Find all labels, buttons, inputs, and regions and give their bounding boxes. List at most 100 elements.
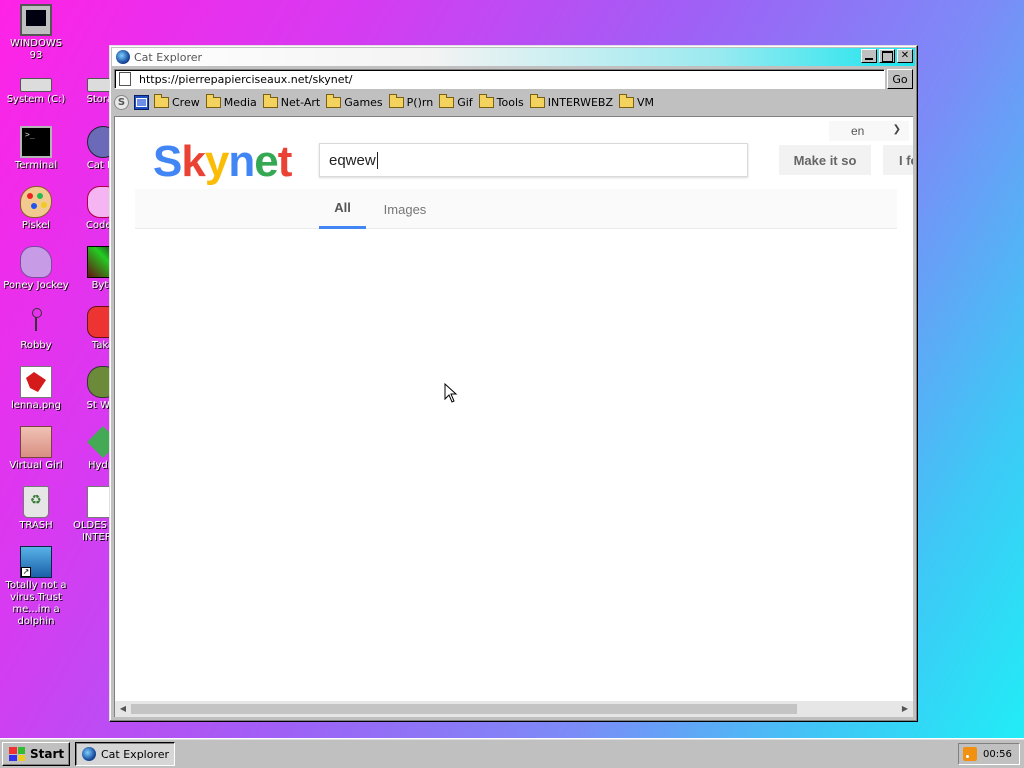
drive-icon	[20, 78, 52, 92]
rss-icon[interactable]	[963, 747, 977, 761]
desktop-icon-dolphin[interactable]: ↗ Totally not a virus.Trust me...im a do…	[3, 546, 69, 628]
window-title: Cat Explorer	[134, 50, 203, 64]
recycle-bin-icon	[23, 486, 49, 518]
taskbar-item-label: Cat Explorer	[101, 747, 170, 761]
maximize-button[interactable]	[879, 49, 895, 63]
shortcut-arrow-icon: ↗	[21, 567, 31, 577]
url-field[interactable]: https://pierrepapierciseaux.net/skynet/	[114, 69, 885, 89]
scrollbar-thumb[interactable]	[131, 704, 797, 714]
skynet-logo[interactable]: Skynet	[153, 137, 293, 187]
stick-figure-icon	[20, 306, 52, 338]
desktop-icon-virtual-girl[interactable]: Virtual Girl	[3, 426, 69, 472]
horizontal-scrollbar[interactable]: ◀ ▶	[115, 701, 913, 717]
clock: 00:56	[983, 748, 1012, 760]
bookmark-gif[interactable]: Gif	[439, 93, 473, 109]
text-caret	[376, 151, 378, 169]
bookmark-label: Tools	[496, 95, 524, 109]
bookmark-label: Gif	[457, 95, 473, 109]
scroll-right-icon[interactable]: ▶	[897, 701, 913, 717]
desktop-icon-poney-jockey[interactable]: Poney Jockey	[3, 246, 69, 292]
tab-images[interactable]: Images	[379, 189, 431, 229]
desktop-icon-piskel[interactable]: Piskel	[3, 186, 69, 232]
desktop-icon-system-c[interactable]: System (C:)	[3, 68, 69, 106]
address-bar: https://pierrepapierciseaux.net/skynet/ …	[114, 69, 913, 89]
logo-letter: S	[153, 137, 182, 186]
page-viewport: en ❯ Skynet eqwew Make it so I fe All Im…	[114, 116, 913, 717]
start-label: Start	[30, 747, 65, 761]
bookmark-label: Net-Art	[280, 95, 321, 109]
mouse-cursor-icon	[444, 383, 458, 403]
tab-all[interactable]: All	[319, 189, 366, 229]
folder-icon	[478, 93, 494, 108]
folder-icon	[388, 93, 404, 108]
desktop-icon-label: System (C:)	[6, 94, 66, 105]
system-tray: 00:56	[958, 743, 1020, 765]
search-tabs: All Images	[135, 189, 897, 229]
start-logo-icon	[9, 747, 25, 761]
folder-icon	[619, 93, 635, 108]
folder-icon	[262, 93, 278, 108]
pony-icon	[20, 246, 52, 278]
bookmark-label: Media	[223, 95, 257, 109]
desktop-icon-label: Virtual Girl	[9, 460, 63, 471]
search-input[interactable]: eqwew	[319, 143, 748, 177]
bookmark-net-art[interactable]: Net-Art	[262, 93, 321, 109]
desktop-icon-robby[interactable]: Robby	[3, 306, 69, 352]
desktop-icon-label: lenna.png	[11, 400, 61, 411]
minimize-button[interactable]	[861, 49, 877, 63]
logo-letter: k	[181, 137, 206, 186]
desktop-icon-label: WINDOWS 93	[9, 38, 63, 61]
bookmarks-bar: S Crew Media Net-Art Games P()rn Gif Too…	[114, 93, 913, 111]
window-titlebar[interactable]: Cat Explorer ✕	[112, 48, 915, 66]
make-it-so-button[interactable]: Make it so	[779, 145, 871, 175]
desktop-window-icon[interactable]	[134, 94, 149, 110]
desktop-icon-label: Poney Jockey	[3, 280, 69, 291]
dolphin-icon: ↗	[20, 546, 52, 578]
desktop-icon-windows93[interactable]: WINDOWS 93	[3, 4, 69, 62]
folder-icon	[529, 93, 545, 108]
palette-icon	[20, 186, 52, 218]
logo-letter: e	[254, 137, 279, 186]
folder-icon	[439, 93, 455, 108]
bookmark-label: INTERWEBZ	[547, 95, 614, 109]
start-button[interactable]: Start	[2, 742, 70, 766]
url-text: https://pierrepapierciseaux.net/skynet/	[139, 72, 353, 86]
close-button[interactable]: ✕	[897, 49, 913, 63]
girl-icon	[20, 426, 52, 458]
desktop-icon-label: Piskel	[21, 220, 51, 231]
desktop-icon-lenna[interactable]: lenna.png	[3, 366, 69, 412]
bookmark-crew[interactable]: Crew	[154, 93, 200, 109]
scroll-left-icon[interactable]: ◀	[115, 701, 131, 717]
page-icon	[119, 72, 131, 86]
bookmark-label: VM	[637, 95, 655, 109]
chevron-down-icon: ❯	[892, 124, 901, 135]
desktop-icon-label: Totally not a virus.Trust me...im a dolp…	[5, 580, 67, 627]
language-select[interactable]: en ❯	[829, 121, 909, 141]
go-button[interactable]: Go	[887, 69, 913, 89]
bookmark-label: Games	[344, 95, 383, 109]
bookmark-games[interactable]: Games	[326, 93, 383, 109]
logo-letter: n	[228, 137, 255, 186]
language-value: en	[851, 124, 865, 138]
feeling-lucky-button[interactable]: I fe	[883, 145, 913, 175]
desktop-icon-trash[interactable]: TRASH	[3, 486, 69, 532]
bookmark-interwebz[interactable]: INTERWEBZ	[529, 93, 614, 109]
image-file-icon	[20, 366, 52, 398]
logo-letter: t	[277, 137, 293, 186]
folder-icon	[205, 93, 221, 108]
desktop-icon-label: Robby	[20, 340, 52, 351]
taskbar-item-cat-explorer[interactable]: Cat Explorer	[75, 742, 175, 766]
monitor-icon	[20, 4, 52, 36]
desktop-icon-label: TRASH	[19, 520, 53, 531]
bookmark-media[interactable]: Media	[205, 93, 257, 109]
bookmark-tools[interactable]: Tools	[478, 93, 524, 109]
terminal-icon	[20, 126, 52, 158]
search-value: eqwew	[329, 151, 376, 169]
globe-icon	[82, 747, 96, 761]
bookmark-porn[interactable]: P()rn	[388, 93, 433, 109]
bookmark-label: Crew	[172, 95, 200, 109]
bookmark-vm[interactable]: VM	[619, 93, 655, 109]
desktop-icon-terminal[interactable]: Terminal	[3, 126, 69, 172]
cat-explorer-window: Cat Explorer ✕ https://pierrepapiercisea…	[109, 45, 918, 722]
skynet-favicon-icon[interactable]: S	[114, 94, 129, 110]
